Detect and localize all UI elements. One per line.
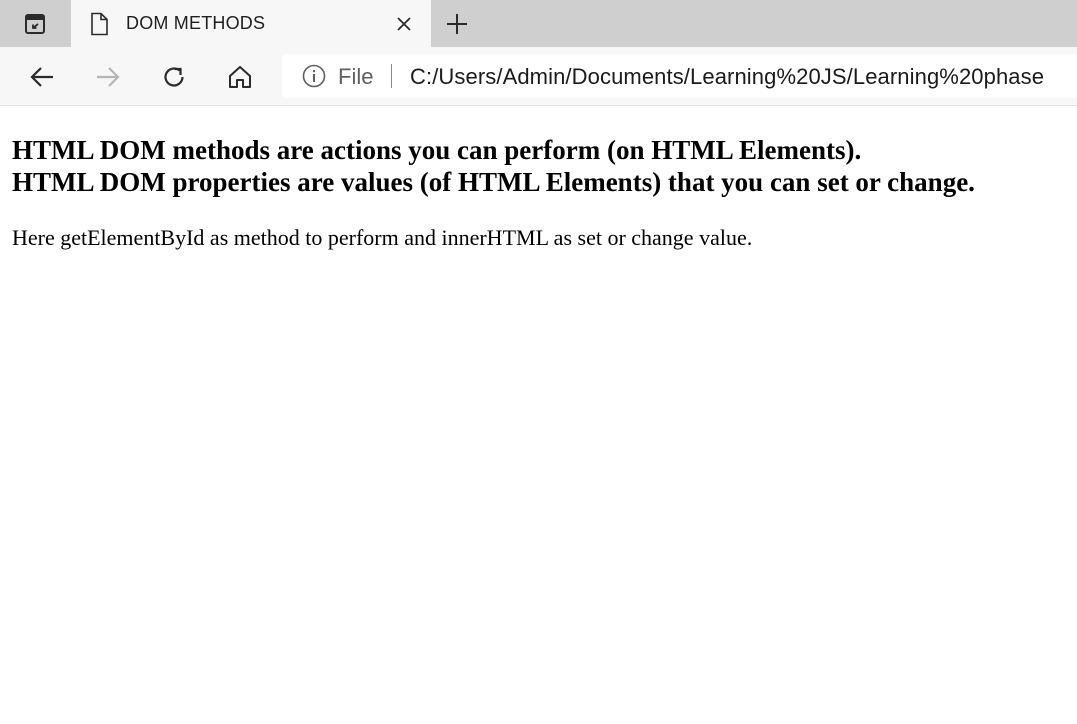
tab-close-button[interactable] — [393, 13, 415, 35]
address-bar[interactable]: File C:/Users/Admin/Documents/Learning%2… — [282, 54, 1077, 98]
plus-icon — [447, 14, 467, 34]
tab-dom-methods[interactable]: DOM METHODS — [71, 0, 431, 47]
tab-actions-button[interactable] — [0, 0, 70, 47]
page-content: HTML DOM methods are actions you can per… — [0, 134, 1077, 252]
heading-line-2: HTML DOM properties are values (of HTML … — [12, 167, 975, 197]
tab-title: DOM METHODS — [126, 13, 266, 33]
heading-line-1: HTML DOM methods are actions you can per… — [12, 135, 862, 165]
close-icon — [397, 17, 411, 31]
page-icon — [91, 12, 108, 36]
info-icon — [302, 64, 326, 88]
page-paragraph: Here getElementById as method to perform… — [12, 225, 753, 250]
address-divider — [391, 64, 392, 88]
refresh-icon — [164, 67, 184, 87]
home-icon — [229, 66, 251, 88]
scheme-label: File — [338, 64, 374, 89]
forward-arrow-icon — [97, 67, 120, 87]
site-info-button[interactable] — [302, 64, 326, 93]
forward-button[interactable] — [91, 60, 125, 94]
refresh-button[interactable] — [157, 60, 191, 94]
new-tab-button[interactable] — [441, 8, 473, 40]
tab-strip: DOM METHODS — [0, 0, 1077, 47]
navigation-toolbar: File C:/Users/Admin/Documents/Learning%2… — [0, 47, 1077, 106]
tab-actions-icon — [25, 13, 45, 34]
back-arrow-icon — [30, 67, 53, 87]
page-heading: HTML DOM methods are actions you can per… — [12, 134, 1065, 198]
url-text[interactable]: C:/Users/Admin/Documents/Learning%20JS/L… — [410, 64, 1044, 90]
home-button[interactable] — [223, 60, 257, 94]
back-button[interactable] — [25, 60, 59, 94]
